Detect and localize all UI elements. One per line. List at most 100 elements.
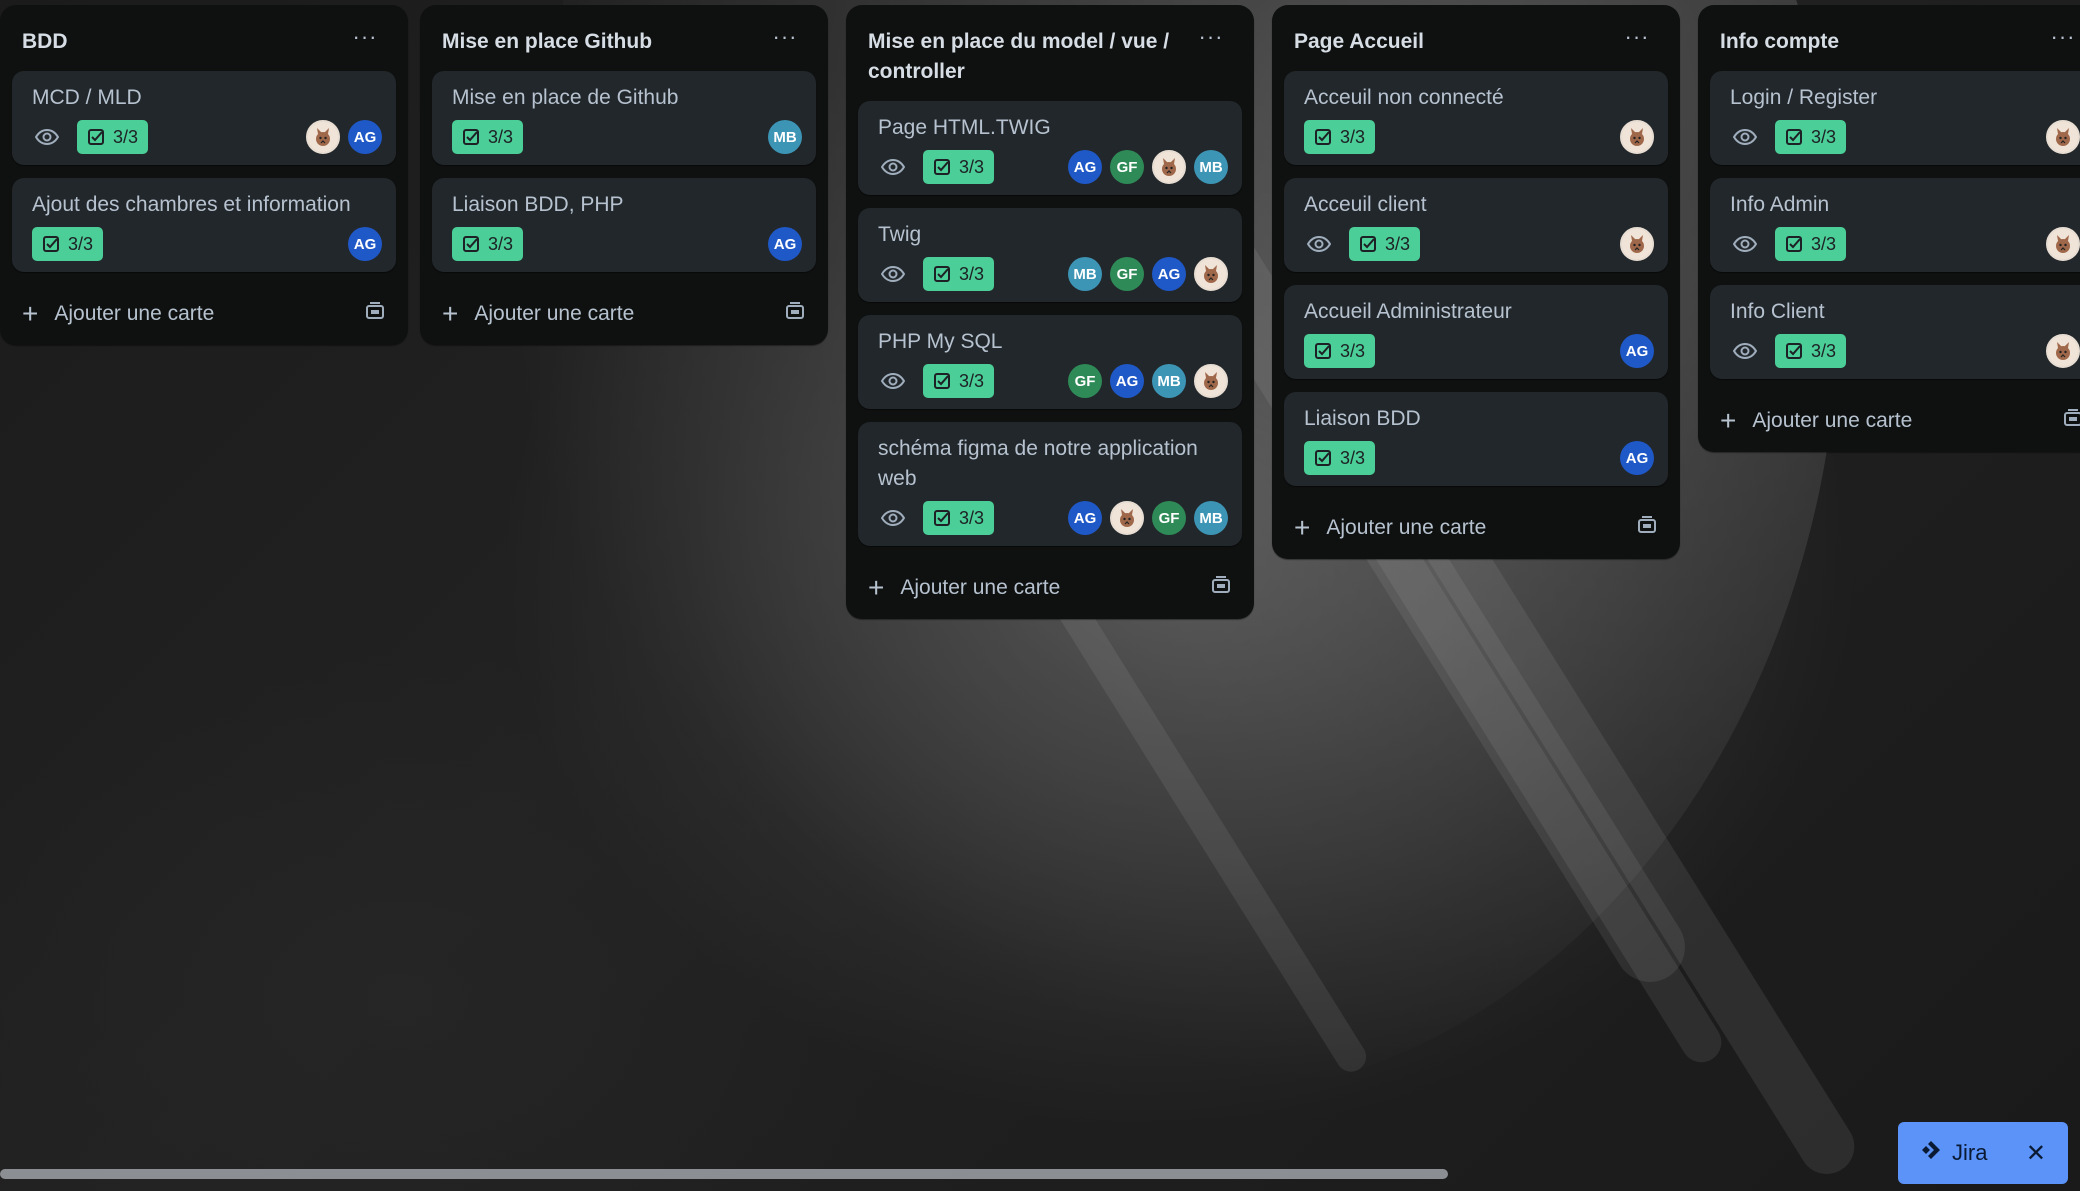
card-mcd-mld[interactable]: MCD / MLD 3/3 AG — [12, 71, 396, 165]
member-avatar-gf[interactable]: GF — [1110, 150, 1144, 184]
card-badges: 3/3 GF AG MB — [878, 363, 1228, 399]
list-title[interactable]: Mise en place du model / vue / controlle… — [868, 27, 1182, 87]
member-avatar-ag[interactable]: AG — [1068, 150, 1102, 184]
card-badges: 3/3 AG — [1304, 333, 1654, 369]
card-acceuil-non-connecte[interactable]: Acceuil non connecté 3/3 — [1284, 71, 1668, 165]
card-members — [2046, 334, 2080, 368]
card-php-my-sql[interactable]: PHP My SQL 3/3 GF AG MB — [858, 315, 1242, 409]
member-avatar-ag[interactable]: AG — [1068, 501, 1102, 535]
checklist-count: 3/3 — [1340, 447, 1366, 468]
card-badges: 3/3 — [1304, 119, 1654, 155]
card-liaison-bdd[interactable]: Liaison BDD 3/3 AG — [1284, 392, 1668, 486]
member-avatar-ag[interactable]: AG — [1152, 257, 1186, 291]
list-menu-icon[interactable]: ··· — [1194, 26, 1228, 55]
member-avatar-mb[interactable]: MB — [1152, 364, 1186, 398]
member-avatar-mb[interactable]: MB — [768, 120, 802, 154]
card-title: Login / Register — [1730, 86, 1878, 109]
member-avatar-image[interactable] — [2046, 120, 2080, 154]
checklist-count: 3/3 — [488, 233, 514, 254]
add-card-label: Ajouter une carte — [474, 302, 635, 325]
member-avatar-mb[interactable]: MB — [1194, 501, 1228, 535]
card-info-admin[interactable]: Info Admin 3/3 — [1710, 178, 2080, 272]
member-avatar-gf[interactable]: GF — [1152, 501, 1186, 535]
card-page-html-twig[interactable]: Page HTML.TWIG 3/3 AG GF MB — [858, 101, 1242, 195]
add-card-button[interactable]: + Ajouter une carte — [1284, 499, 1668, 547]
checklist-badge: 3/3 — [923, 501, 995, 535]
card-liaison-bdd-php[interactable]: Liaison BDD, PHP 3/3 AG — [432, 178, 816, 272]
checklist-badge: 3/3 — [1775, 120, 1847, 154]
member-avatar-image[interactable] — [2046, 227, 2080, 261]
card-members: AG — [306, 120, 382, 154]
card-template-icon[interactable] — [1636, 514, 1658, 542]
checklist-icon — [42, 235, 68, 253]
member-avatar-ag[interactable]: AG — [348, 227, 382, 261]
card-ajout-des-chambres-et-information[interactable]: Ajout des chambres et information 3/3 AG — [12, 178, 396, 272]
close-icon[interactable]: ✕ — [2026, 1139, 2046, 1168]
watch-eye-icon — [880, 369, 906, 393]
add-card-button[interactable]: + Ajouter une carte — [432, 285, 816, 333]
add-card-button[interactable]: + Ajouter une carte — [858, 559, 1242, 607]
card-title: Info Admin — [1730, 193, 1830, 216]
list-menu-icon[interactable]: ··· — [1620, 26, 1654, 55]
card-title: Mise en place de Github — [452, 86, 679, 109]
member-avatar-image[interactable] — [1194, 257, 1228, 291]
card-twig[interactable]: Twig 3/3 MB GF AG — [858, 208, 1242, 302]
card-title: Ajout des chambres et information — [32, 193, 351, 216]
horizontal-scrollbar[interactable] — [0, 1169, 1448, 1179]
checklist-icon — [1314, 449, 1340, 467]
jira-button[interactable]: Jira ✕ — [1898, 1122, 2068, 1184]
card-members: AG — [1620, 334, 1654, 368]
member-avatar-mb[interactable]: MB — [1194, 150, 1228, 184]
watch-eye-icon — [880, 155, 906, 179]
watch-eye-icon — [1732, 339, 1758, 363]
list-title[interactable]: Page Accueil — [1294, 27, 1608, 57]
card-login-register[interactable]: Login / Register 3/3 — [1710, 71, 2080, 165]
card-title: Twig — [878, 223, 922, 246]
card-accueil-administrateur[interactable]: Accueil Administrateur 3/3 AG — [1284, 285, 1668, 379]
member-avatar-mb[interactable]: MB — [1068, 257, 1102, 291]
card-template-icon[interactable] — [784, 300, 806, 328]
card-title: Page HTML.TWIG — [878, 116, 1051, 139]
card-schema-figma-de-notre-application-web[interactable]: schéma figma de notre application web 3/3… — [858, 422, 1242, 546]
list-menu-icon[interactable]: ··· — [768, 26, 802, 55]
card-title: Acceuil non connecté — [1304, 86, 1504, 109]
member-avatar-image[interactable] — [306, 120, 340, 154]
member-avatar-ag[interactable]: AG — [768, 227, 802, 261]
watch-eye-icon — [1306, 232, 1332, 256]
card-acceuil-client[interactable]: Acceuil client 3/3 — [1284, 178, 1668, 272]
card-badges: 3/3 AG — [32, 226, 382, 262]
card-mise-en-place-de-github[interactable]: Mise en place de Github 3/3 MB — [432, 71, 816, 165]
card-info-client[interactable]: Info Client 3/3 — [1710, 285, 2080, 379]
member-avatar-image[interactable] — [1152, 150, 1186, 184]
member-avatar-ag[interactable]: AG — [1110, 364, 1144, 398]
checklist-badge: 3/3 — [32, 227, 104, 261]
list-menu-icon[interactable]: ··· — [348, 26, 382, 55]
card-members: AG — [348, 227, 382, 261]
checklist-count: 3/3 — [1811, 340, 1837, 361]
member-avatar-image[interactable] — [1194, 364, 1228, 398]
card-template-icon[interactable] — [364, 300, 386, 328]
member-avatar-ag[interactable]: AG — [1620, 334, 1654, 368]
member-avatar-gf[interactable]: GF — [1110, 257, 1144, 291]
card-members: AG — [768, 227, 802, 261]
member-avatar-ag[interactable]: AG — [1620, 441, 1654, 475]
checklist-count: 3/3 — [1811, 233, 1837, 254]
card-template-icon[interactable] — [2062, 407, 2080, 435]
list-title[interactable]: BDD — [22, 27, 336, 57]
member-avatar-ag[interactable]: AG — [348, 120, 382, 154]
jira-label: Jira — [1952, 1140, 1988, 1165]
add-card-button[interactable]: + Ajouter une carte — [1710, 392, 2080, 440]
list-title[interactable]: Mise en place Github — [442, 27, 756, 57]
list-title[interactable]: Info compte — [1720, 27, 2034, 57]
member-avatar-image[interactable] — [1620, 227, 1654, 261]
card-template-icon[interactable] — [1210, 574, 1232, 602]
add-card-button[interactable]: + Ajouter une carte — [12, 285, 396, 333]
member-avatar-gf[interactable]: GF — [1068, 364, 1102, 398]
card-badges: 3/3 — [1730, 226, 2080, 262]
list-menu-icon[interactable]: ··· — [2046, 26, 2080, 55]
member-avatar-image[interactable] — [2046, 334, 2080, 368]
member-avatar-image[interactable] — [1110, 501, 1144, 535]
checklist-count: 3/3 — [959, 370, 985, 391]
member-avatar-image[interactable] — [1620, 120, 1654, 154]
checklist-icon — [1785, 342, 1811, 360]
